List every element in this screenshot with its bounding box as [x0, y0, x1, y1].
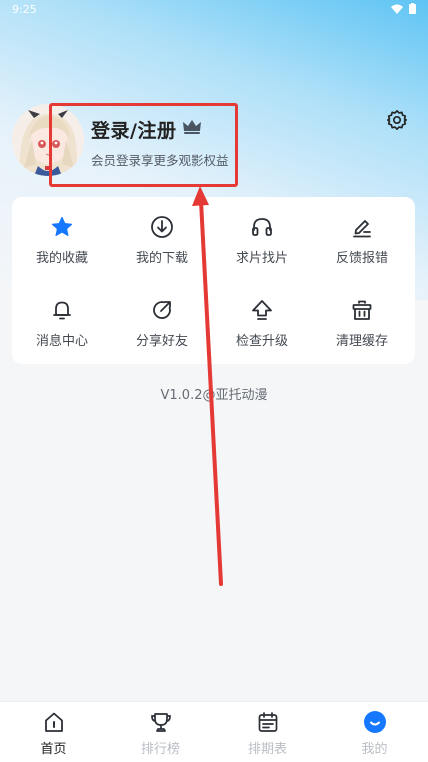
- menu-item-share[interactable]: 分享好友: [112, 280, 212, 360]
- menu-item-request[interactable]: 求片找片: [212, 197, 312, 277]
- menu-label: 分享好友: [135, 334, 188, 349]
- highlight-annotation-box: [49, 103, 238, 187]
- menu-label: 检查升级: [235, 334, 288, 349]
- menu-label: 我的收藏: [35, 251, 88, 266]
- bell-icon: [53, 301, 71, 320]
- tab-mine[interactable]: 我的: [321, 702, 428, 762]
- battery-icon: [409, 3, 416, 14]
- menu-item-favorites[interactable]: 我的收藏: [12, 197, 112, 277]
- tab-label: 排行榜: [140, 742, 180, 757]
- menu-label: 消息中心: [35, 334, 88, 349]
- share-icon: [153, 301, 171, 319]
- trash-icon: [352, 300, 372, 320]
- home-icon: [44, 712, 63, 732]
- wifi-icon: [391, 4, 403, 14]
- headphones-icon: [252, 218, 272, 236]
- tab-ranking[interactable]: 排行榜: [107, 702, 214, 762]
- gear-icon[interactable]: [386, 109, 408, 131]
- menu-label: 清理缓存: [335, 334, 388, 349]
- status-time: 9:25: [12, 3, 37, 16]
- profile-icon: [363, 711, 386, 733]
- bottom-tab-bar: 首页 排行榜 排期表 我的: [0, 701, 428, 762]
- tab-schedule[interactable]: 排期表: [214, 702, 321, 762]
- menu-item-feedback[interactable]: 反馈报错: [312, 197, 412, 277]
- upgrade-icon: [252, 300, 272, 320]
- menu-label: 我的下载: [135, 251, 188, 266]
- trophy-icon: [150, 713, 171, 732]
- menu-item-clear-cache[interactable]: 清理缓存: [312, 280, 412, 360]
- status-bar: 9:25: [0, 0, 428, 20]
- tab-home[interactable]: 首页: [0, 702, 107, 762]
- function-menu-card: 我的收藏 我的下载 求片找片 反馈报错 消息中心 分享好友 检查升级 清理缓存: [12, 197, 415, 364]
- menu-label: 反馈报错: [335, 251, 388, 266]
- tab-label: 首页: [40, 742, 67, 757]
- menu-item-messages[interactable]: 消息中心: [12, 280, 112, 360]
- menu-item-upgrade[interactable]: 检查升级: [212, 280, 312, 360]
- download-icon: [151, 216, 173, 238]
- status-icons: [391, 3, 416, 14]
- calendar-icon: [258, 712, 277, 732]
- menu-label: 求片找片: [235, 251, 288, 266]
- edit-icon: [353, 220, 371, 238]
- version-text: V1.0.2@亚托动漫: [160, 388, 268, 403]
- tab-label: 排期表: [247, 742, 287, 757]
- star-icon: [51, 216, 73, 236]
- tab-label: 我的: [361, 742, 388, 757]
- menu-item-downloads[interactable]: 我的下载: [112, 197, 212, 277]
